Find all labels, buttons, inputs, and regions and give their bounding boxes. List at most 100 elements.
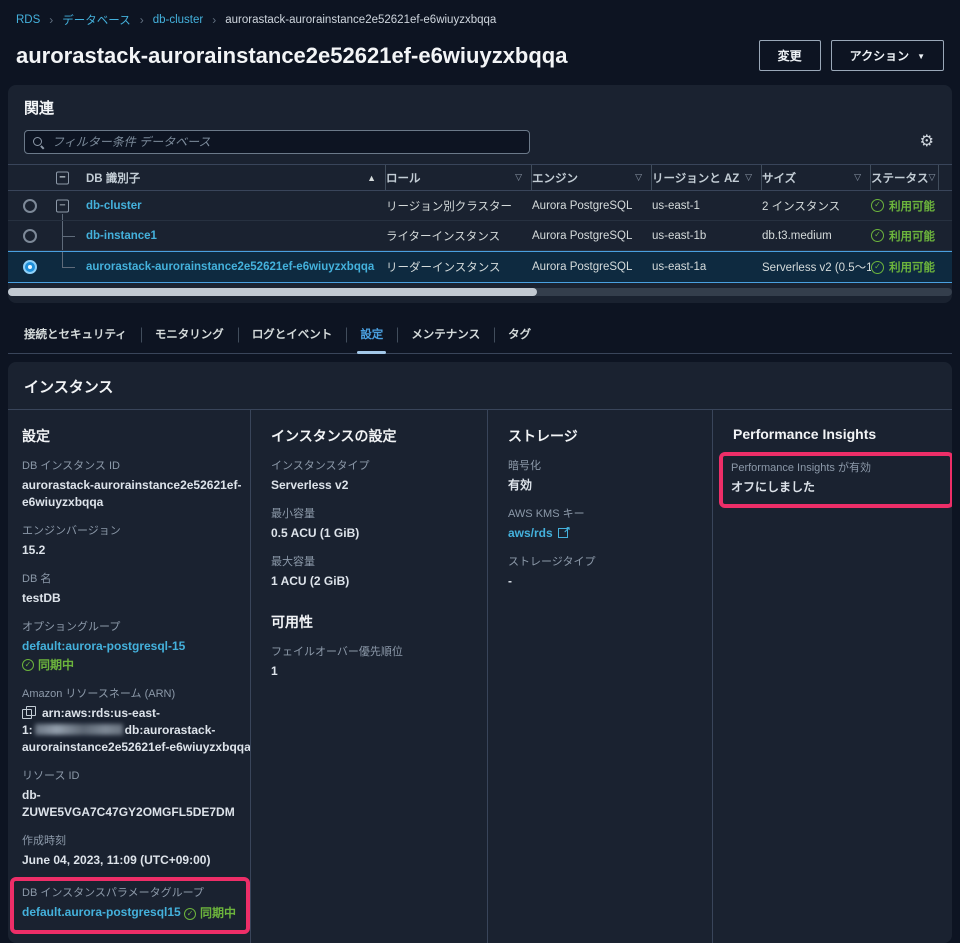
modify-button[interactable]: 変更 bbox=[759, 40, 821, 71]
field-label: 最小容量 bbox=[271, 508, 475, 521]
radio-button[interactable] bbox=[23, 199, 37, 213]
sort-ascending-icon: ▲ bbox=[367, 173, 376, 183]
engine-cell: Aurora PostgreSQL bbox=[532, 230, 652, 242]
field-instance-parameter-group: DB インスタンスパラメータグループ default.aurora-postgr… bbox=[22, 887, 238, 923]
field-label: フェイルオーバー優先順位 bbox=[271, 646, 475, 659]
field-label: ストレージタイプ bbox=[508, 556, 700, 569]
column-header-size[interactable]: サイズ▽ bbox=[762, 165, 871, 190]
field-max-capacity: 最大容量 1 ACU (2 GiB) bbox=[271, 556, 475, 590]
field-value: 15.2 bbox=[22, 542, 238, 559]
field-value: - bbox=[508, 573, 700, 590]
field-label: インスタンスタイプ bbox=[271, 460, 475, 473]
sort-down-icon: ▽ bbox=[854, 172, 861, 183]
column-header-filler bbox=[939, 165, 952, 190]
field-value: 有効 bbox=[508, 477, 700, 494]
search-icon bbox=[32, 136, 45, 149]
size-cell: Serverless v2 (0.5〜1 ACU) bbox=[762, 259, 871, 275]
sort-down-icon: ▽ bbox=[745, 172, 752, 183]
breadcrumb-db-cluster[interactable]: db-cluster bbox=[153, 14, 204, 26]
db-identifier-link[interactable]: db-instance1 bbox=[86, 230, 157, 242]
value-line: aurorainstance2e52621ef-e6wiuyzxbqqa bbox=[22, 739, 238, 756]
table-row-reader-instance[interactable]: aurorastack-aurorainstance2e52621ef-e6wi… bbox=[8, 251, 952, 283]
collapse-all-header[interactable]: − bbox=[52, 165, 86, 190]
status-cell: ✓利用可能 bbox=[871, 259, 939, 275]
kms-key-link[interactable]: aws/rds bbox=[508, 526, 553, 540]
region-cell: us-east-1 bbox=[652, 200, 762, 212]
field-created-time: 作成時刻 June 04, 2023, 11:09 (UTC+09:00) bbox=[22, 835, 238, 869]
option-group-link[interactable]: default:aurora-postgresql-15 bbox=[22, 639, 185, 653]
tab-monitoring[interactable]: モニタリング bbox=[141, 316, 238, 353]
table-header: − DB 識別子 ▲ ロール▽ エンジン▽ リージョンと AZ▽ サイズ▽ ステー… bbox=[8, 164, 952, 191]
column-header-db-identifier[interactable]: DB 識別子 ▲ bbox=[86, 165, 386, 190]
field-resource-id: リソース ID db-ZUWE5VGA7C47GY2OMGFL5DE7DM bbox=[22, 770, 238, 821]
performance-insights-header: Performance Insights bbox=[733, 426, 940, 442]
field-label: リソース ID bbox=[22, 770, 238, 783]
value-line: aurorastack-aurorainstance2e52621ef- bbox=[22, 477, 238, 494]
field-label: AWS KMS キー bbox=[508, 508, 700, 521]
annotation-highlight-box: DB インスタンスパラメータグループ default.aurora-postgr… bbox=[10, 877, 250, 935]
field-encryption: 暗号化 有効 bbox=[508, 460, 700, 494]
sort-down-icon: ▽ bbox=[929, 172, 936, 183]
status-text: 利用可能 bbox=[889, 228, 935, 244]
tab-maintenance[interactable]: メンテナンス bbox=[397, 316, 494, 353]
radio-button-selected[interactable] bbox=[23, 260, 37, 274]
field-option-group: オプショングループ default:aurora-postgresql-15 ✓… bbox=[22, 621, 238, 674]
field-value: Serverless v2 bbox=[271, 477, 475, 494]
column-header-region-az[interactable]: リージョンと AZ▽ bbox=[652, 165, 762, 190]
instance-settings-column: インスタンスの設定 インスタンスタイプ Serverless v2 最小容量 0… bbox=[250, 410, 487, 943]
settings-column: 設定 DB インスタンス ID aurorastack-aurorainstan… bbox=[8, 410, 250, 943]
status-text: 利用可能 bbox=[889, 198, 935, 214]
check-circle-icon: ✓ bbox=[871, 199, 884, 212]
db-identifier-link[interactable]: db-cluster bbox=[86, 200, 142, 212]
table-controls: ⚙ bbox=[8, 130, 952, 154]
breadcrumb-databases[interactable]: データベース bbox=[62, 12, 130, 28]
column-header-role[interactable]: ロール▽ bbox=[386, 165, 532, 190]
tab-configuration[interactable]: 設定 bbox=[346, 316, 397, 353]
instance-panel-title: インスタンス bbox=[8, 362, 952, 410]
selection-column-header bbox=[8, 165, 52, 190]
table-row-db-cluster[interactable]: − db-cluster リージョン別クラスター Aurora PostgreS… bbox=[8, 191, 952, 221]
search-box bbox=[24, 130, 530, 154]
tab-logs-events[interactable]: ログとイベント bbox=[238, 316, 347, 353]
db-identifier-link[interactable]: aurorastack-aurorainstance2e52621ef-e6wi… bbox=[86, 261, 374, 273]
caret-down-icon: ▼ bbox=[917, 52, 925, 61]
tab-connectivity-security[interactable]: 接続とセキュリティ bbox=[10, 316, 141, 353]
instance-parameter-group-link[interactable]: default.aurora-postgresql15 bbox=[22, 905, 181, 919]
tab-tags[interactable]: タグ bbox=[494, 316, 545, 353]
breadcrumb-separator-icon: › bbox=[140, 13, 144, 27]
field-label: DB 名 bbox=[22, 573, 238, 586]
table-row-db-instance1[interactable]: db-instance1 ライターインスタンス Aurora PostgreSQ… bbox=[8, 221, 952, 251]
filter-input[interactable] bbox=[24, 130, 530, 154]
field-label: 暗号化 bbox=[508, 460, 700, 473]
breadcrumb-rds[interactable]: RDS bbox=[16, 14, 40, 26]
column-header-engine[interactable]: エンジン▽ bbox=[532, 165, 652, 190]
sort-down-icon: ▽ bbox=[515, 172, 522, 183]
horizontal-scrollbar[interactable] bbox=[8, 288, 952, 296]
settings-gear-icon[interactable]: ⚙ bbox=[920, 134, 934, 150]
rds-console-page: RDS › データベース › db-cluster › aurorastack-… bbox=[0, 0, 960, 943]
field-value: 1 bbox=[271, 663, 475, 680]
copy-icon[interactable] bbox=[22, 706, 35, 719]
value-line: arn:aws:rds:us-east- bbox=[42, 706, 160, 720]
field-label: Amazon リソースネーム (ARN) bbox=[22, 688, 238, 701]
actions-button[interactable]: アクション ▼ bbox=[831, 40, 944, 71]
check-circle-icon: ✓ bbox=[871, 261, 884, 274]
engine-cell: Aurora PostgreSQL bbox=[532, 261, 652, 273]
field-db-name: DB 名 testDB bbox=[22, 573, 238, 607]
column-label: DB 識別子 bbox=[86, 170, 140, 186]
field-value: 1 ACU (2 GiB) bbox=[271, 573, 475, 590]
title-row: aurorastack-aurorainstance2e52621ef-e6wi… bbox=[16, 40, 944, 71]
scrollbar-thumb[interactable] bbox=[8, 288, 537, 296]
role-cell: リーダーインスタンス bbox=[386, 259, 532, 275]
radio-button[interactable] bbox=[23, 229, 37, 243]
annotation-highlight-box: Performance Insights が有効 オフにしました bbox=[719, 452, 952, 508]
field-label: DB インスタンス ID bbox=[22, 460, 238, 473]
collapse-all-icon[interactable]: − bbox=[56, 171, 69, 184]
field-value: db-ZUWE5VGA7C47GY2OMGFL5DE7DM bbox=[22, 787, 238, 821]
actions-button-label: アクション bbox=[850, 49, 909, 63]
collapse-row-icon[interactable]: − bbox=[56, 199, 69, 212]
column-header-status[interactable]: ステータス▽ bbox=[871, 165, 939, 190]
breadcrumb-separator-icon: › bbox=[49, 13, 53, 27]
region-cell: us-east-1a bbox=[652, 261, 762, 273]
field-min-capacity: 最小容量 0.5 ACU (1 GiB) bbox=[271, 508, 475, 542]
